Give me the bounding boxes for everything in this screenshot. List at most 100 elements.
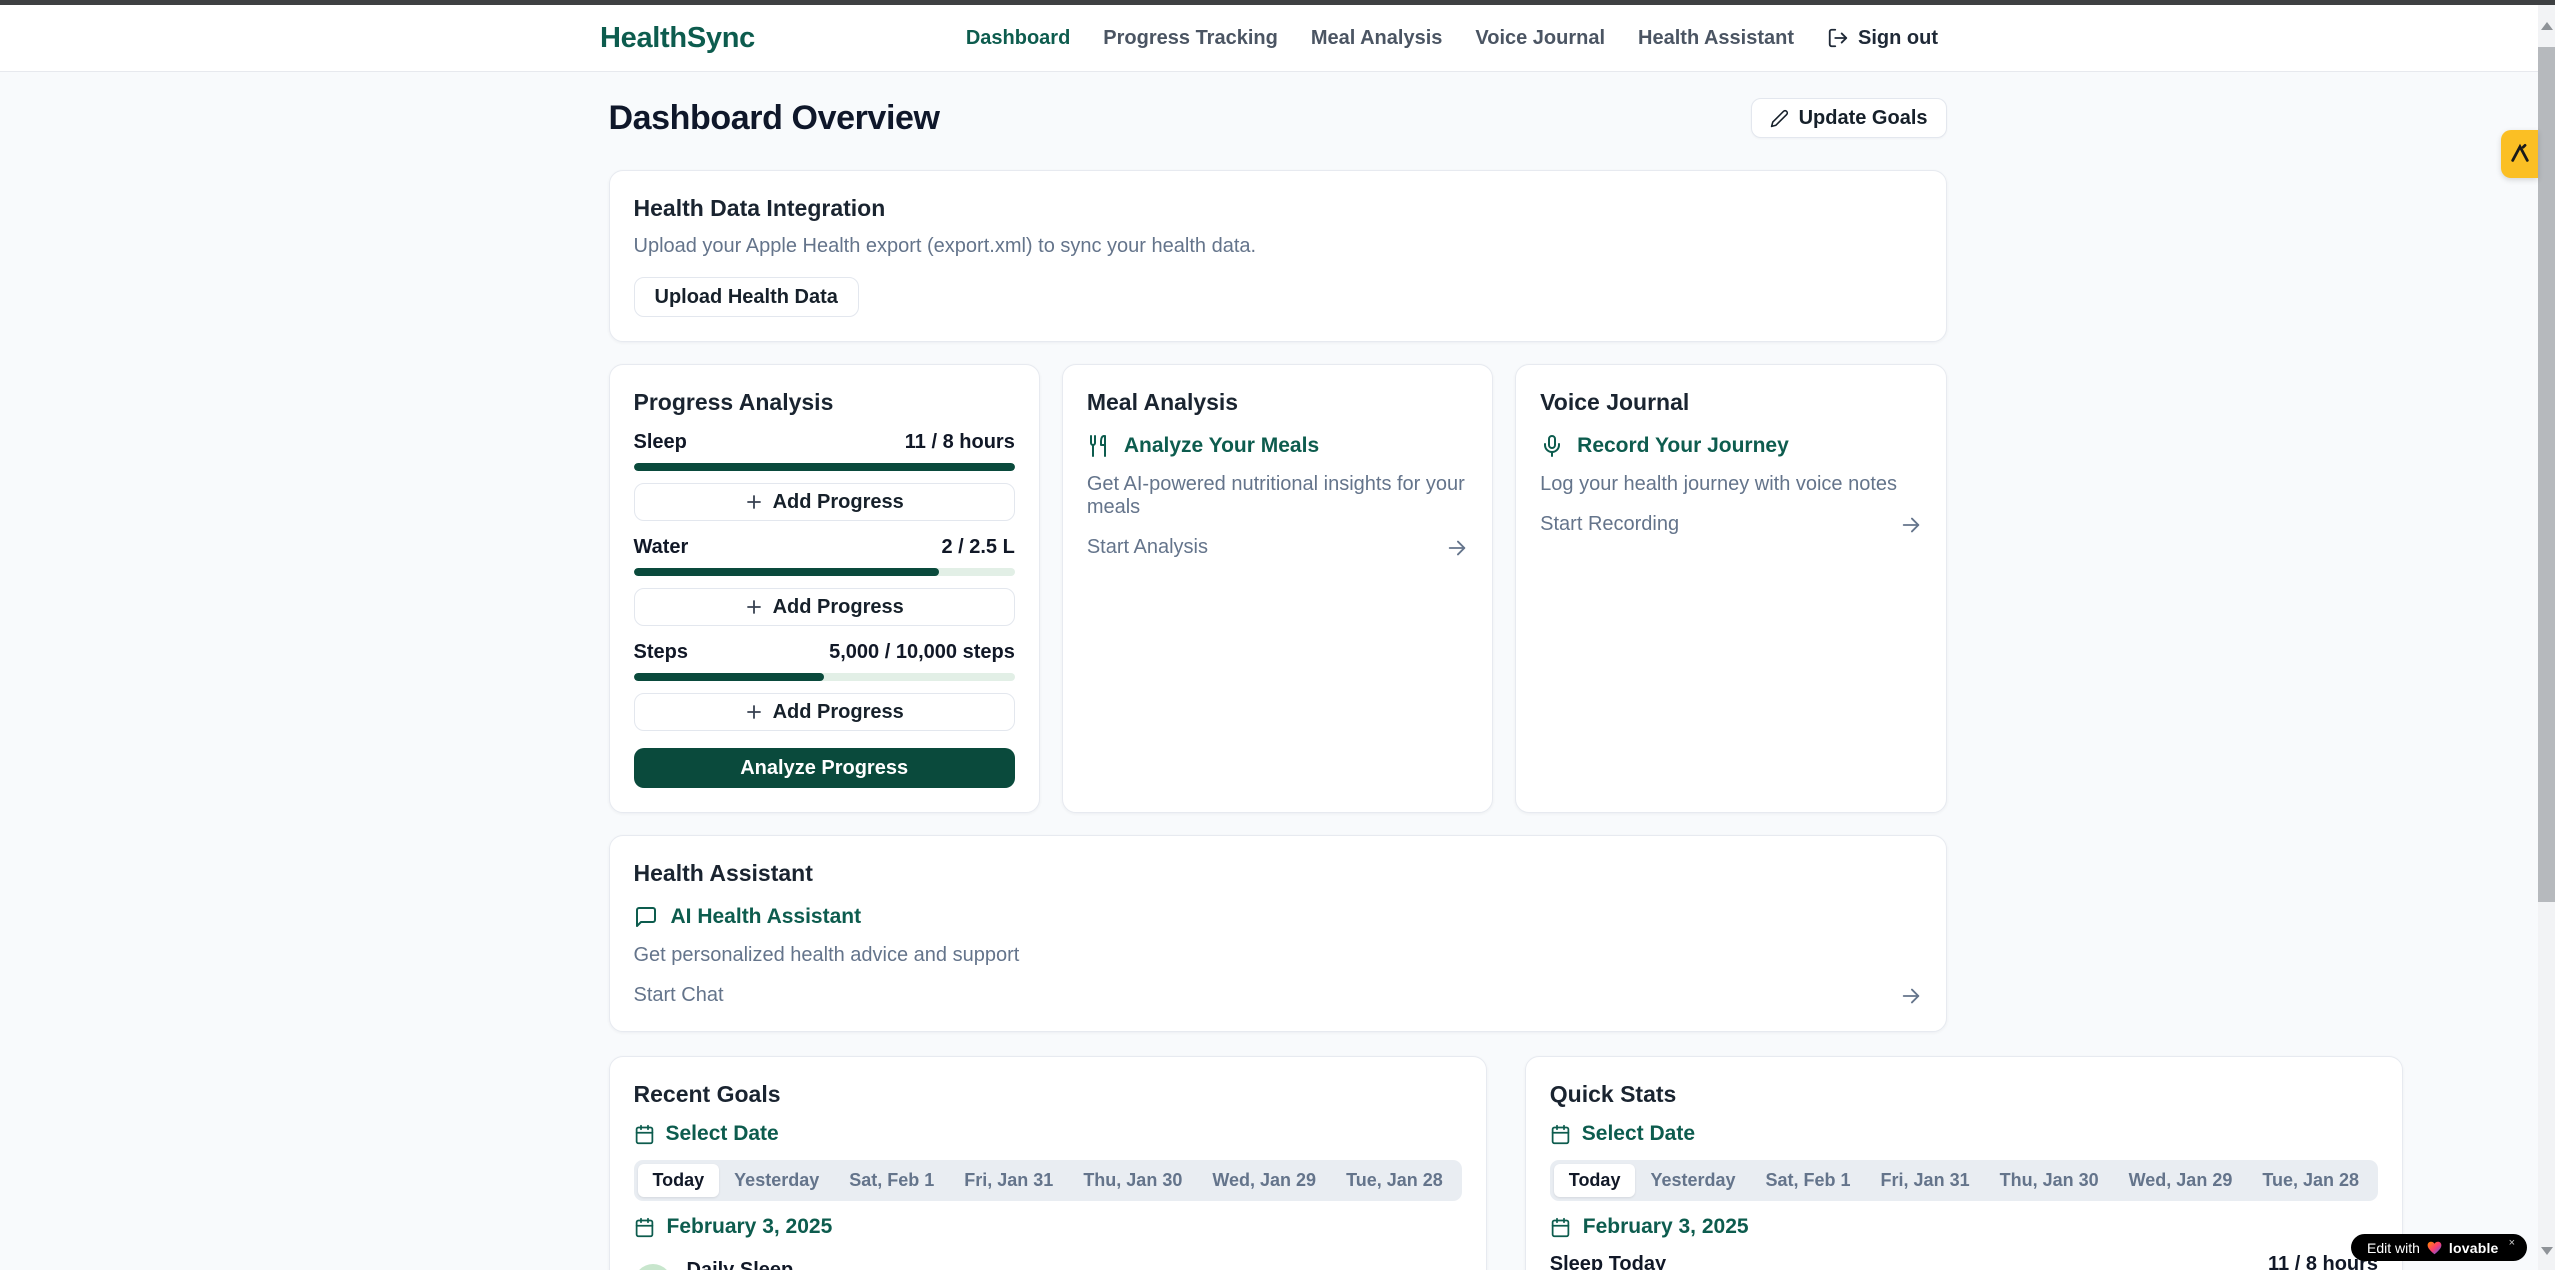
add-progress-label: Add Progress [773,701,904,724]
calendar-icon [634,1124,655,1145]
add-progress-button[interactable]: Add Progress [634,588,1015,626]
progress-bar-track [634,568,1015,576]
recent-goals-card: Recent Goals Select Date Today Yesterday… [609,1056,1487,1270]
meal-analysis-title: Meal Analysis [1087,389,1468,416]
progress-value: 11 / 8 hours [905,431,1015,454]
nav-dashboard[interactable]: Dashboard [966,27,1070,50]
selected-date: February 3, 2025 [634,1215,1462,1239]
select-date-label: Select Date [666,1122,779,1146]
scroll-down-icon [2541,1247,2553,1255]
main-nav: Dashboard Progress Tracking Meal Analysi… [966,27,1938,50]
progress-item-water: Water 2 / 2.5 L Add Progress [634,536,1015,626]
meal-analysis-description: Get AI-powered nutritional insights for … [1087,473,1468,519]
close-icon[interactable]: × [2509,1237,2515,1249]
scrollbar-up-button[interactable] [2538,9,2555,43]
progress-bar-fill [634,568,939,576]
tab-thu-jan-30[interactable]: Thu, Jan 30 [1985,1164,2114,1197]
progress-value: 2 / 2.5 L [941,536,1014,559]
add-progress-label: Add Progress [773,491,904,514]
analyze-progress-button[interactable]: Analyze Progress [634,748,1015,788]
start-recording-row[interactable]: Start Recording [1540,513,1921,536]
scrollbar[interactable] [2538,5,2555,1270]
tab-sat-feb-1[interactable]: Sat, Feb 1 [1751,1164,1866,1197]
add-progress-button[interactable]: Add Progress [634,483,1015,521]
tab-yesterday[interactable]: Yesterday [1635,1164,1750,1197]
nav-voice-journal[interactable]: Voice Journal [1475,27,1605,50]
tab-wed-jan-29[interactable]: Wed, Jan 29 [1197,1164,1331,1197]
goal-name: Daily Sleep [687,1259,794,1270]
app-logo[interactable]: HealthSync [600,22,755,55]
scrollbar-thumb[interactable] [2538,47,2555,902]
record-your-journey-link[interactable]: Record Your Journey [1540,434,1921,458]
selected-date-label: February 3, 2025 [667,1215,833,1239]
start-recording-label: Start Recording [1540,513,1679,536]
start-chat-label: Start Chat [634,984,724,1007]
start-analysis-row[interactable]: Start Analysis [1087,536,1468,559]
tab-tue-jan-28[interactable]: Tue, Jan 28 [1331,1164,1458,1197]
progress-bar-fill [634,673,825,681]
stat-label: Sleep Today [1550,1253,1666,1270]
tab-wed-jan-29[interactable]: Wed, Jan 29 [2114,1164,2248,1197]
progress-item-sleep: Sleep 11 / 8 hours Add Progress [634,431,1015,521]
start-analysis-label: Start Analysis [1087,536,1208,559]
progress-bar-track [634,463,1015,471]
tab-today[interactable]: Today [638,1164,720,1197]
nav-progress-tracking[interactable]: Progress Tracking [1103,27,1278,50]
select-date-button[interactable]: Select Date [634,1122,1462,1146]
ai-health-assistant-link[interactable]: AI Health Assistant [634,905,1922,929]
tab-sat-feb-1[interactable]: Sat, Feb 1 [834,1164,949,1197]
tab-fri-jan-31[interactable]: Fri, Jan 31 [949,1164,1068,1197]
window-top-edge [0,0,2555,5]
voice-journal-description: Log your health journey with voice notes [1540,473,1921,496]
quick-stats-title: Quick Stats [1550,1081,2378,1108]
progress-label: Sleep [634,431,687,454]
progress-label: Water [634,536,689,559]
calendar-icon [1550,1124,1571,1145]
microphone-icon [1540,434,1564,458]
calendar-icon [1550,1217,1571,1238]
analyze-your-meals-label: Analyze Your Meals [1124,434,1319,458]
record-your-journey-label: Record Your Journey [1577,434,1789,458]
goal-item-daily-sleep: Daily Sleep 11 / 8 hours [634,1259,1462,1270]
sign-out-button[interactable]: Sign out [1827,27,1938,50]
update-goals-label: Update Goals [1799,107,1928,130]
tab-fri-jan-31[interactable]: Fri, Jan 31 [1866,1164,1985,1197]
add-progress-label: Add Progress [773,596,904,619]
tab-tue-jan-28[interactable]: Tue, Jan 28 [2247,1164,2374,1197]
start-chat-row[interactable]: Start Chat [634,984,1922,1007]
sleep-today-stat: Sleep Today 11 / 8 hours [1550,1253,2378,1270]
progress-label: Steps [634,641,688,664]
quick-stats-card: Quick Stats Select Date Today Yesterday … [1525,1056,2403,1270]
tab-yesterday[interactable]: Yesterday [719,1164,834,1197]
goal-completed-badge [634,1264,672,1270]
ai-health-assistant-label: AI Health Assistant [671,905,862,929]
analyze-your-meals-link[interactable]: Analyze Your Meals [1087,434,1468,458]
selected-date: February 3, 2025 [1550,1215,2378,1239]
plus-icon [745,493,763,511]
update-goals-button[interactable]: Update Goals [1751,98,1947,138]
select-date-button[interactable]: Select Date [1550,1122,2378,1146]
page-title: Dashboard Overview [609,99,940,138]
nav-health-assistant[interactable]: Health Assistant [1638,27,1794,50]
tab-thu-jan-30[interactable]: Thu, Jan 30 [1068,1164,1197,1197]
progress-value: 5,000 / 10,000 steps [829,641,1015,664]
nav-meal-analysis[interactable]: Meal Analysis [1311,27,1443,50]
edit-with-label: Edit with [2367,1240,2420,1256]
edit-with-lovable-badge[interactable]: Edit with lovable × [2351,1234,2527,1261]
health-assistant-card: Health Assistant AI Health Assistant Get… [609,835,1947,1032]
scrollbar-down-button[interactable] [2538,1234,2555,1268]
selected-date-label: February 3, 2025 [1583,1215,1749,1239]
lovable-bolt-icon [2509,143,2531,165]
add-progress-button[interactable]: Add Progress [634,693,1015,731]
health-data-integration-card: Health Data Integration Upload your Appl… [609,170,1947,342]
upload-health-data-button[interactable]: Upload Health Data [634,277,859,317]
utensils-icon [1087,434,1111,458]
sign-out-label: Sign out [1858,27,1938,50]
app-header: HealthSync Dashboard Progress Tracking M… [0,5,2538,72]
voice-journal-title: Voice Journal [1540,389,1921,416]
health-assistant-title: Health Assistant [634,860,1922,887]
lovable-edge-tab[interactable] [2501,130,2538,178]
tab-today[interactable]: Today [1554,1164,1636,1197]
date-tabs: Today Yesterday Sat, Feb 1 Fri, Jan 31 T… [1550,1160,2378,1201]
arrow-right-icon [1900,985,1922,1007]
